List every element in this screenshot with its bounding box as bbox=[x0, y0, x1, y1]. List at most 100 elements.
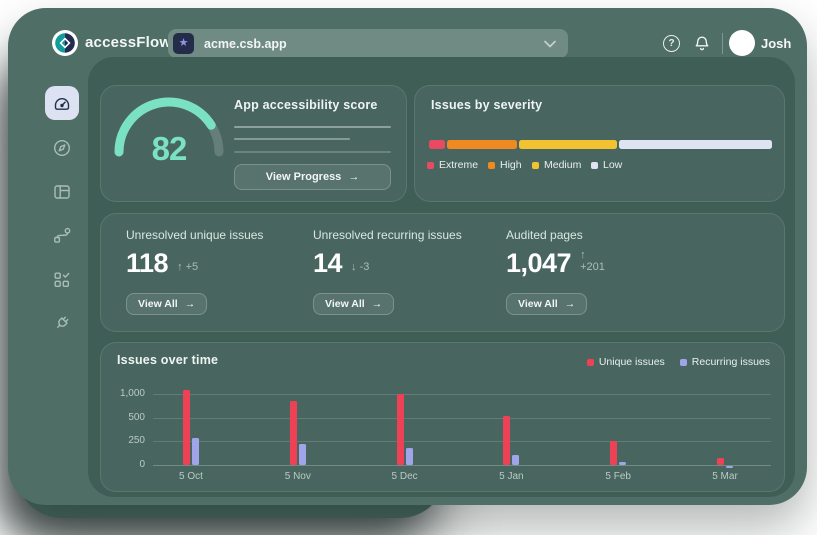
bar-unique-issues-5-Nov bbox=[290, 401, 297, 465]
sidebar-item-dashboard[interactable] bbox=[45, 86, 79, 120]
gridline-250 bbox=[153, 441, 771, 442]
stats-card: Unresolved unique issues 118 ↑ +5 View A… bbox=[100, 213, 785, 332]
brand-name: accessFlow bbox=[85, 34, 171, 51]
sidebar-item-explore[interactable] bbox=[45, 131, 79, 165]
layout-icon bbox=[52, 182, 72, 202]
skeleton-line bbox=[234, 151, 391, 153]
gridline-0 bbox=[153, 465, 771, 466]
bar-recurring-issues-5-Oct bbox=[192, 438, 199, 465]
user-name: Josh bbox=[761, 36, 791, 51]
arrow-right-icon: → bbox=[372, 298, 383, 310]
gridline-1000 bbox=[153, 394, 771, 395]
help-glyph: ? bbox=[668, 38, 674, 49]
notifications-bell-icon[interactable] bbox=[692, 34, 712, 54]
score-card-title: App accessibility score bbox=[234, 98, 378, 112]
topbar-divider bbox=[722, 33, 723, 54]
medium-label: Medium bbox=[544, 159, 581, 171]
project-selector-dropdown[interactable]: ★ acme.csb.app bbox=[168, 29, 568, 58]
view-progress-button[interactable]: View Progress → bbox=[234, 164, 391, 190]
accessibility-score-card: 82 App accessibility score View Progress… bbox=[100, 85, 407, 202]
y-axis-tick: 500 bbox=[101, 412, 145, 423]
arrow-right-icon: → bbox=[565, 298, 576, 310]
bar-unique-issues-5-Oct bbox=[183, 390, 190, 465]
low-label: Low bbox=[603, 159, 622, 171]
severity-segment-low bbox=[619, 140, 772, 149]
low-swatch bbox=[591, 162, 598, 169]
stat-label: Audited pages bbox=[506, 228, 583, 242]
flow-icon bbox=[52, 226, 72, 246]
legend-unique-issues: Unique issues bbox=[587, 356, 665, 368]
issues-over-time-card: Issues over time Unique issues Recurring… bbox=[100, 342, 785, 492]
score-value: 82 bbox=[107, 130, 231, 168]
x-axis-tick: 5 Dec bbox=[375, 471, 435, 482]
bar-unique-issues-5-Feb bbox=[610, 441, 617, 465]
stat-audited-pages: Audited pages 1,047 ↑ +201 bbox=[506, 228, 583, 242]
x-axis-tick: 5 Feb bbox=[588, 471, 648, 482]
severity-segment-high bbox=[447, 140, 517, 149]
legend-item-medium: Medium bbox=[532, 159, 581, 171]
plug-icon bbox=[52, 313, 72, 333]
bar-unique-issues-5-Dec bbox=[397, 394, 404, 465]
gridline-500 bbox=[153, 418, 771, 419]
user-avatar[interactable] bbox=[729, 30, 755, 56]
legend-item-low: Low bbox=[591, 159, 622, 171]
view-all-recurring-button[interactable]: View All→ bbox=[313, 293, 394, 315]
trend-up-icon: ↑ bbox=[580, 249, 586, 261]
accessflow-logo-icon bbox=[52, 30, 78, 56]
unique-issues-swatch bbox=[587, 359, 594, 366]
x-axis-tick: 5 Jan bbox=[481, 471, 541, 482]
extreme-label: Extreme bbox=[439, 159, 478, 171]
view-progress-label: View Progress bbox=[266, 171, 342, 183]
y-axis-tick: 1,000 bbox=[101, 388, 145, 399]
chart-legend: Unique issues Recurring issues bbox=[587, 356, 770, 368]
help-icon[interactable]: ? bbox=[663, 35, 680, 52]
severity-segment-extreme bbox=[429, 140, 445, 149]
extreme-swatch bbox=[427, 162, 434, 169]
medium-swatch bbox=[532, 162, 539, 169]
skeleton-line bbox=[234, 138, 350, 140]
stat-recurring-issues: Unresolved recurring issues 14 ↓ -3 bbox=[313, 228, 462, 242]
stat-unique-issues: Unresolved unique issues 118 ↑ +5 bbox=[126, 228, 263, 242]
stat-delta: ↑ +201 bbox=[580, 249, 605, 278]
bar-recurring-issues-5-Dec bbox=[406, 448, 413, 465]
checklist-icon bbox=[52, 270, 72, 290]
stat-value: 14 bbox=[313, 248, 342, 278]
high-swatch bbox=[488, 162, 495, 169]
severity-card-title: Issues by severity bbox=[431, 98, 542, 112]
bar-unique-issues-5-Mar bbox=[717, 458, 724, 465]
severity-stacked-bar bbox=[429, 140, 772, 149]
y-axis-tick: 0 bbox=[101, 459, 145, 470]
stat-value: 1,047 bbox=[506, 248, 571, 278]
main-panel: 82 App accessibility score View Progress… bbox=[88, 57, 795, 497]
arrow-right-icon: → bbox=[185, 298, 196, 310]
stat-delta: ↓ -3 bbox=[351, 261, 369, 278]
x-axis-tick: 5 Oct bbox=[161, 471, 221, 482]
project-badge: ★ bbox=[173, 33, 194, 54]
legend-item-extreme: Extreme bbox=[427, 159, 478, 171]
bar-recurring-issues-5-Nov bbox=[299, 444, 306, 465]
trend-down-icon: ↓ bbox=[351, 261, 357, 273]
sidebar-item-pages[interactable] bbox=[45, 175, 79, 209]
gauge-icon bbox=[52, 93, 72, 113]
stat-delta: ↑ +5 bbox=[177, 261, 198, 278]
stat-value: 118 bbox=[126, 248, 168, 278]
chart-title: Issues over time bbox=[117, 353, 218, 367]
project-selector-value: acme.csb.app bbox=[204, 37, 287, 51]
issues-by-severity-card: Issues by severity Extreme High Medium L… bbox=[414, 85, 785, 202]
trend-up-icon: ↑ bbox=[177, 261, 183, 273]
sidebar-item-integrations[interactable] bbox=[45, 306, 79, 340]
app-window: accessFlow ★ acme.csb.app ? Josh bbox=[8, 8, 807, 505]
chevron-down-icon bbox=[544, 40, 556, 48]
high-label: High bbox=[500, 159, 522, 171]
page: accessFlow ★ acme.csb.app ? Josh bbox=[0, 0, 817, 535]
y-axis-tick: 250 bbox=[101, 435, 145, 446]
view-all-unique-button[interactable]: View All→ bbox=[126, 293, 207, 315]
compass-icon bbox=[52, 138, 72, 158]
sidebar-item-audits[interactable] bbox=[45, 263, 79, 297]
skeleton-line bbox=[234, 126, 391, 128]
bar-recurring-issues-5-Jan bbox=[512, 455, 519, 465]
x-axis-tick: 5 Nov bbox=[268, 471, 328, 482]
sidebar-item-journeys[interactable] bbox=[45, 219, 79, 253]
stat-label: Unresolved unique issues bbox=[126, 228, 263, 242]
view-all-pages-button[interactable]: View All→ bbox=[506, 293, 587, 315]
